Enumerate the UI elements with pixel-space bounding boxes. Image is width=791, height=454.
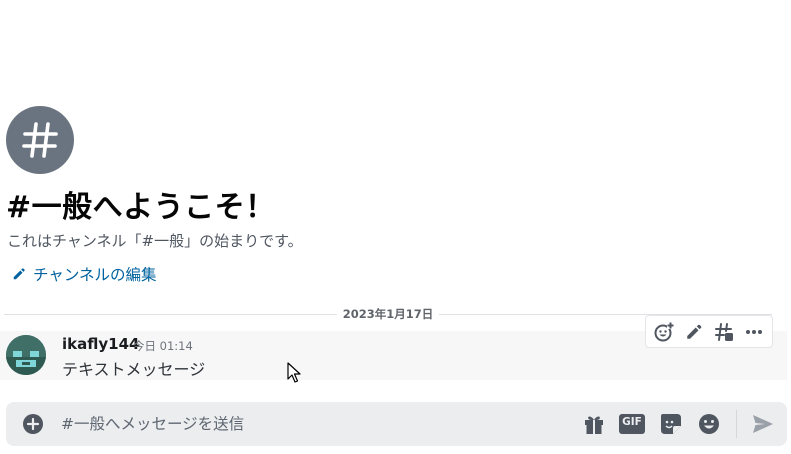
gif-button[interactable]: GIF xyxy=(619,412,645,436)
message-composer: GIF xyxy=(6,402,787,446)
more-icon xyxy=(746,329,762,334)
edit-channel-link[interactable]: チャンネルの編集 xyxy=(12,263,157,285)
emoji-button[interactable] xyxy=(696,412,722,436)
message-author[interactable]: ikafly144 xyxy=(62,335,139,353)
divider-date: 2023年1月17日 xyxy=(342,307,434,321)
pencil-icon xyxy=(13,268,25,280)
channel-hash-avatar xyxy=(6,106,74,174)
message-input[interactable] xyxy=(61,412,561,436)
create-thread-button[interactable] xyxy=(710,318,738,346)
add-attachment-icon[interactable] xyxy=(23,414,43,434)
sticker-icon xyxy=(661,414,681,434)
composer-separator xyxy=(736,410,737,438)
squid-avatar-icon xyxy=(6,335,46,375)
mouse-cursor-icon xyxy=(287,362,301,383)
add-reaction-button[interactable] xyxy=(650,318,678,346)
gif-label: GIF xyxy=(622,416,642,428)
more-options-button[interactable] xyxy=(740,318,768,346)
message-toolbar xyxy=(645,315,773,348)
edit-message-button[interactable] xyxy=(680,318,708,346)
message-text: テキストメッセージ xyxy=(62,360,206,379)
emoji-icon xyxy=(699,414,719,434)
avatar[interactable] xyxy=(6,335,46,375)
gift-button[interactable] xyxy=(581,412,607,436)
divider-line xyxy=(4,313,337,315)
add-reaction-icon xyxy=(654,321,674,341)
edit-channel-label: チャンネルの編集 xyxy=(33,266,157,284)
welcome-description: これはチャンネル「#一般」の始まりです。 xyxy=(7,232,303,250)
message-timestamp: 今日 01:14 xyxy=(133,339,193,353)
hash-icon xyxy=(22,122,58,158)
send-icon xyxy=(753,415,773,433)
edit-icon xyxy=(687,324,702,339)
send-button[interactable] xyxy=(750,412,776,436)
create-thread-icon xyxy=(715,322,733,341)
sticker-button[interactable] xyxy=(658,412,684,436)
welcome-title: #一般へようこそ！ xyxy=(6,190,276,225)
gift-icon xyxy=(585,416,603,434)
chat-page: #一般へようこそ！ これはチャンネル「#一般」の始まりです。 チャンネルの編集 … xyxy=(0,0,791,454)
